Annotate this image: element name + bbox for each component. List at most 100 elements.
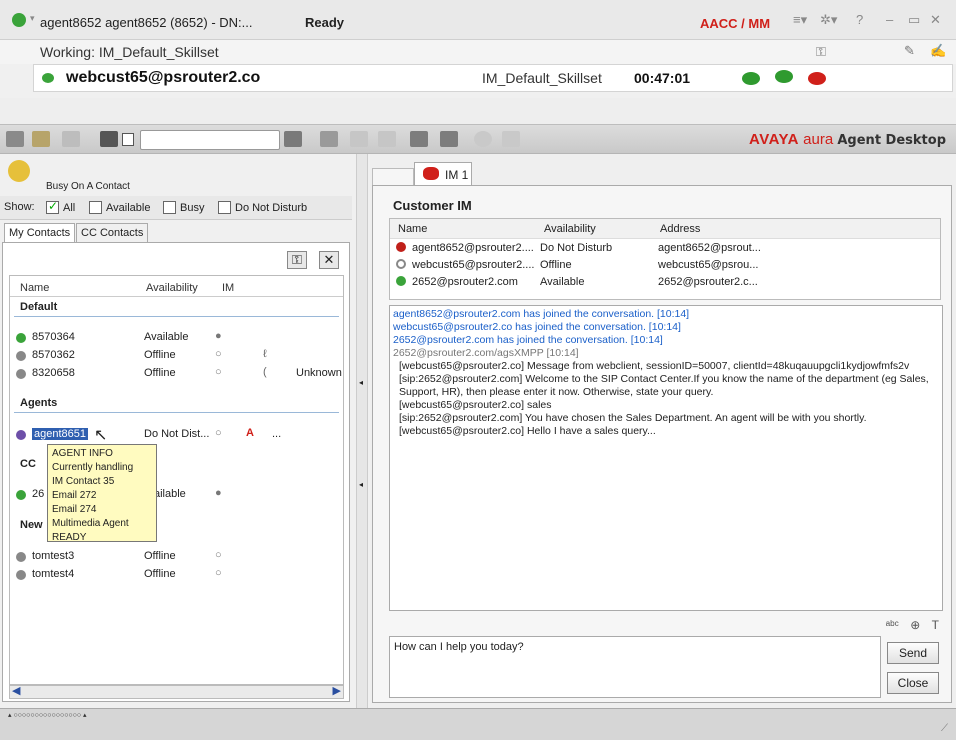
supervisor-icon[interactable]: A (246, 427, 254, 439)
agent-name-selected[interactable]: agent8651 (32, 428, 88, 440)
screen-icon[interactable] (502, 131, 520, 147)
end-chat-icon[interactable] (808, 72, 826, 85)
im-icon[interactable]: ○ (215, 366, 222, 378)
contact-row[interactable]: tomtest4 Offline ○ (10, 567, 343, 583)
filter-busy[interactable]: Busy (163, 201, 204, 214)
im-icon[interactable]: ● (215, 487, 222, 499)
close-icon[interactable]: ✕ (930, 12, 941, 28)
group-cc[interactable]: CC (20, 458, 36, 470)
conference-icon[interactable] (378, 131, 396, 147)
dial-input[interactable] (140, 130, 280, 150)
status-grip-icon[interactable]: ▴ ○○○○○○○○○○○○○○○○ ▴ (8, 711, 87, 719)
phone-handset-icon[interactable]: ( (263, 366, 267, 378)
log-line: [webcust65@psrouter2.co] Message from we… (399, 360, 910, 372)
contact-row[interactable]: tomtest3 Offline ○ (10, 549, 343, 565)
log-line: webcust65@psrouter2.co has joined the co… (393, 321, 681, 333)
tab-im-1[interactable]: IM 1 (414, 162, 472, 186)
spacer-band (0, 98, 956, 124)
send-button[interactable]: Send (887, 642, 939, 664)
offline-status-icon (16, 570, 26, 580)
im-icon[interactable]: ○ (215, 427, 222, 439)
column-name[interactable]: Name (20, 282, 49, 294)
contacts-pane: Busy On A Contact Show: All Available Bu… (0, 154, 356, 708)
search-icon[interactable] (440, 131, 458, 147)
lock-button[interactable]: ⚿ (287, 251, 307, 269)
im-icon[interactable]: ○ (215, 567, 222, 579)
group-agents[interactable]: Agents (20, 397, 57, 409)
im-icon[interactable]: ○ (215, 549, 222, 561)
filter-available[interactable]: Available (89, 201, 150, 214)
group-default[interactable]: Default (20, 301, 57, 313)
keypad-icon[interactable] (350, 131, 368, 147)
log-line: [sip:2652@psrouter2.com] You have chosen… (399, 412, 867, 424)
im-icon[interactable]: ○ (215, 348, 222, 360)
chat-input[interactable]: How can I help you today? (389, 636, 881, 698)
chevron-down-icon[interactable]: ▾ (30, 13, 35, 24)
pane-splitter[interactable]: ◂ ◂ (356, 154, 368, 708)
column-im[interactable]: IM (222, 282, 234, 294)
filter-all[interactable]: All (46, 199, 75, 214)
close-button[interactable]: Close (887, 672, 939, 694)
resize-grip-icon[interactable]: ⟋ (941, 723, 948, 734)
edit-alt-icon[interactable]: ✍ (930, 43, 946, 59)
chat-transcript: agent8652@psrouter2.com has joined the c… (389, 305, 943, 611)
offline-status-icon (396, 259, 406, 269)
gear-icon[interactable]: ✲▾ (820, 12, 837, 28)
tab-cc-contacts[interactable]: CC Contacts (76, 223, 149, 243)
menu-icon[interactable]: ≡▾ (793, 12, 807, 28)
log-line: [webcust65@psrouter2.co] Hello I have a … (399, 425, 656, 437)
scroll-right-icon[interactable]: ▶ (333, 684, 341, 697)
collapse-left-icon[interactable]: ◂ (359, 378, 363, 387)
participant-row[interactable]: agent8652@psrouter2.... Do Not Disturb a… (390, 241, 940, 257)
tab-blank[interactable] (372, 168, 414, 186)
accept-chat-icon[interactable] (742, 72, 760, 85)
spellcheck-icon[interactable]: ᵃᵇᶜ (886, 618, 899, 632)
filter-dnd[interactable]: Do Not Disturb (218, 201, 307, 214)
contact-row[interactable]: 8320658 Offline ○ ( Unknown (10, 366, 343, 382)
tab-my-contacts[interactable]: My Contacts (4, 223, 76, 243)
column-name[interactable]: Name (398, 223, 427, 235)
agent-row[interactable]: agent8651 ↖ Do Not Dist... ○ A ... (10, 427, 343, 444)
edit-icon[interactable]: ✎ (904, 43, 915, 59)
group-new[interactable]: New (20, 519, 43, 531)
contact-row[interactable]: 8570362 Offline ○ ℓ (10, 348, 343, 364)
transfer-chat-icon[interactable] (775, 70, 793, 83)
search-user-icon[interactable] (410, 131, 428, 147)
user-icon[interactable] (62, 131, 80, 147)
collapse-left-icon[interactable]: ◂ (359, 480, 363, 489)
column-availability[interactable]: Availability (544, 223, 596, 235)
phone-handset-icon[interactable]: ℓ (263, 348, 267, 360)
checkbox-busy[interactable] (163, 201, 176, 214)
contacts-icon[interactable] (6, 131, 24, 147)
log-line: 2652@psrouter2.com/agsXMPP [10:14] (393, 347, 579, 359)
directory-icon[interactable] (32, 131, 50, 147)
contact-row[interactable]: 8570364 Available ● (10, 330, 343, 346)
phone-icon[interactable] (284, 131, 302, 147)
maximize-icon[interactable]: ▭ (908, 12, 920, 28)
offline-status-icon (16, 369, 26, 379)
help-icon[interactable]: ? (856, 12, 863, 27)
book-icon[interactable] (100, 131, 118, 147)
column-address[interactable]: Address (660, 223, 700, 235)
text-format-icon[interactable]: T (932, 618, 939, 632)
scroll-left-icon[interactable]: ◀ (12, 684, 20, 697)
participant-row[interactable]: 2652@psrouter2.com Available 2652@psrout… (390, 275, 940, 291)
refresh-icon[interactable] (474, 131, 492, 147)
lock-icon[interactable]: ⚿ (816, 44, 826, 60)
minimize-icon[interactable]: – (886, 12, 893, 27)
checkbox-icon[interactable] (122, 133, 134, 146)
transfer-icon[interactable] (320, 131, 338, 147)
checkbox-dnd[interactable] (218, 201, 231, 214)
checkbox-all[interactable] (46, 199, 59, 214)
checkbox-available[interactable] (89, 201, 102, 214)
globe-icon[interactable]: ⊕ (910, 618, 920, 632)
log-line: [webcust65@psrouter2.co] sales (399, 399, 552, 411)
participant-row[interactable]: webcust65@psrouter2.... Offline webcust6… (390, 258, 940, 274)
presence-icon[interactable] (12, 13, 26, 27)
horizontal-scrollbar[interactable]: ◀ ▶ (9, 685, 344, 699)
remove-button[interactable]: ✕ (319, 251, 339, 269)
column-availability[interactable]: Availability (146, 282, 198, 294)
im-icon[interactable]: ● (215, 330, 222, 342)
agent-status-text: Busy On A Contact (46, 181, 130, 192)
active-contact-row[interactable]: webcust65@psrouter2.co IM_Default_Skills… (33, 64, 953, 92)
